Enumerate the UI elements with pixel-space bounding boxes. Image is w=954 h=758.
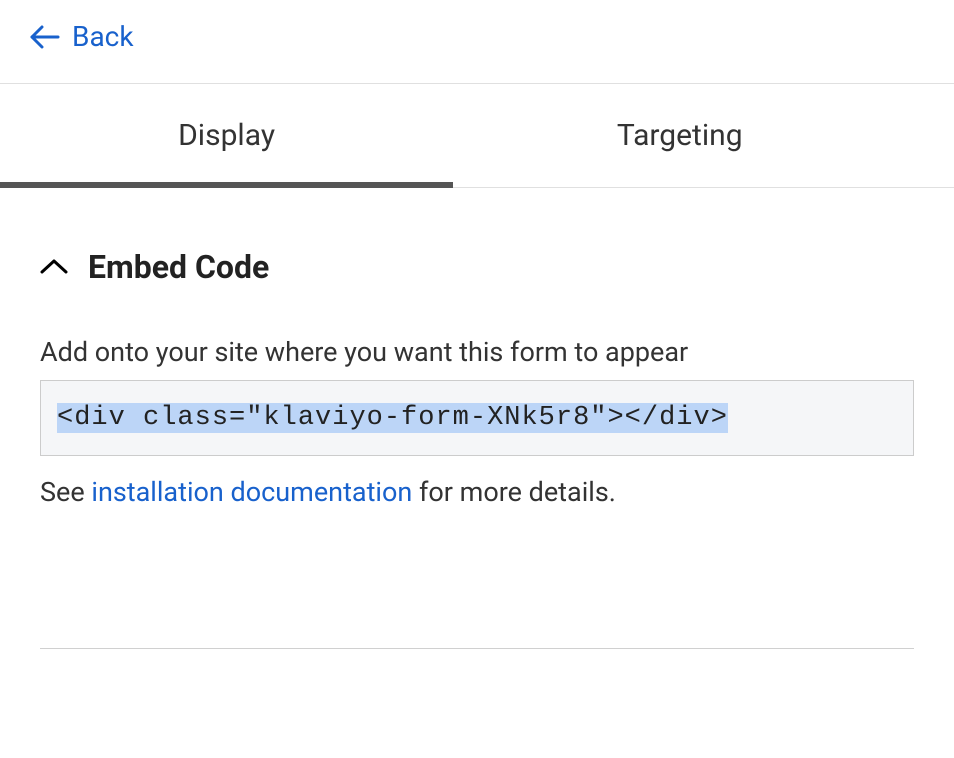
- code-box[interactable]: <div class="klaviyo-form-XNk5r8"></div>: [40, 380, 914, 456]
- arrow-left-icon: [30, 25, 60, 49]
- back-label: Back: [72, 20, 134, 53]
- tab-label: Targeting: [617, 118, 743, 153]
- tab-label: Display: [178, 118, 275, 153]
- chevron-up-icon: [40, 258, 68, 276]
- tab-display[interactable]: Display: [0, 84, 453, 187]
- tabs: Display Targeting: [0, 83, 954, 188]
- tab-targeting[interactable]: Targeting: [453, 84, 906, 187]
- help-suffix: for more details.: [412, 476, 616, 508]
- help-text: See installation documentation for more …: [40, 476, 914, 508]
- back-button[interactable]: Back: [0, 0, 954, 83]
- instruction-text: Add onto your site where you want this f…: [40, 336, 914, 368]
- content-area: Embed Code Add onto your site where you …: [0, 188, 954, 548]
- divider: [40, 648, 914, 649]
- installation-docs-link[interactable]: installation documentation: [91, 476, 412, 508]
- help-prefix: See: [40, 476, 91, 508]
- section-title: Embed Code: [88, 248, 269, 286]
- section-toggle[interactable]: Embed Code: [40, 248, 914, 286]
- embed-code: <div class="klaviyo-form-XNk5r8"></div>: [57, 403, 728, 433]
